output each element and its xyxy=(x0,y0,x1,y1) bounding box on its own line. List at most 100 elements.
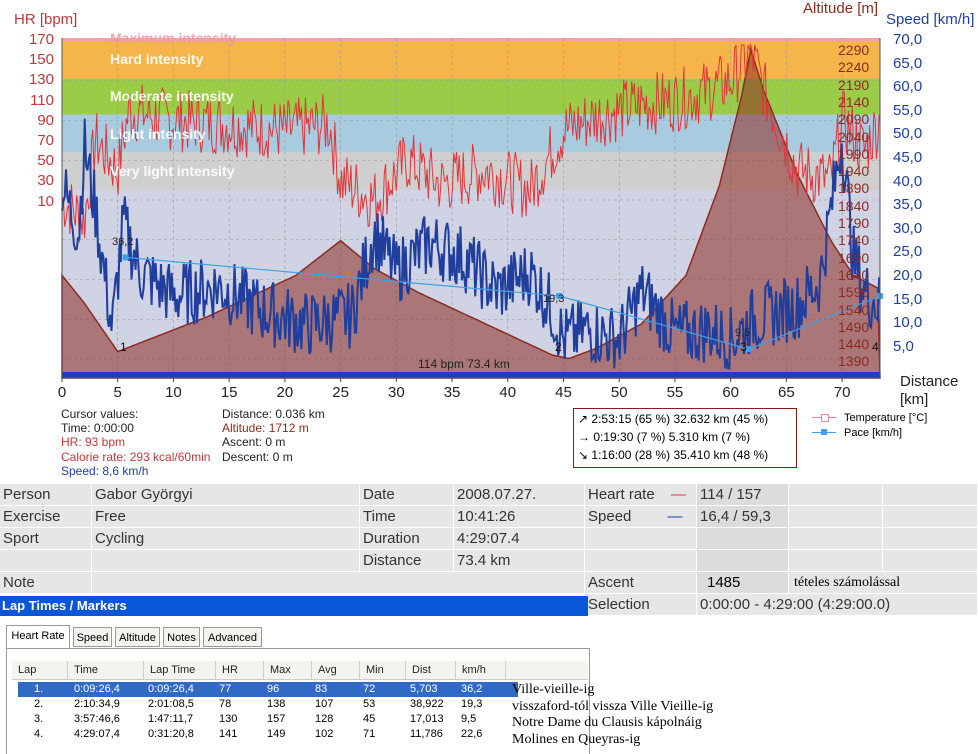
distance-axis-title: Distance xyxy=(900,373,959,390)
tab-notes[interactable]: Notes xyxy=(163,627,200,647)
lap-cell-min: 72 xyxy=(363,683,376,695)
hr-tick-label: 30 xyxy=(37,172,54,190)
sport-label: Sport xyxy=(0,528,92,550)
lap-cell-max: 157 xyxy=(267,713,286,725)
lap-cell-lap: 1. xyxy=(34,683,44,695)
lap-cell-kmh: 19,3 xyxy=(461,698,483,710)
altitude-tick-label: 1990 xyxy=(838,145,870,162)
table-row[interactable]: 4. 4:29:07,4 0:31:20,8 141 149 102 71 11,786 22,… xyxy=(12,727,588,742)
stats-downhill: ↘ 1:16:00 (28 %) 35.410 km (48 %) xyxy=(578,448,769,462)
altitude-tick-label: 2040 xyxy=(838,128,870,145)
climb-stats-box: ↗ 2:53:15 (65 %) 32.632 km (45 %) → 0:19… xyxy=(573,408,797,468)
lap-cell-laptime: 2:01:08,5 xyxy=(148,698,194,710)
lap-cell-kmh: 36,2 xyxy=(461,683,483,695)
chart-summary-label: 114 bpm 73.4 km xyxy=(418,357,510,371)
x-tick-label: 20 xyxy=(277,384,294,401)
altitude-tick-label: 1590 xyxy=(838,284,870,301)
speed-tick-label: 20,0 xyxy=(893,267,923,284)
x-tick-label: 15 xyxy=(221,384,238,401)
x-tick-label: 60 xyxy=(722,384,739,401)
distance-value: 73.4 km xyxy=(454,550,585,572)
hr-tick-label: 110 xyxy=(30,91,54,109)
exercise-chart[interactable]: 0 5 10 15 20 25 30 35 40 45 50 55 60 65 70 HR [bpm] Al… xyxy=(0,0,978,480)
tab-advanced[interactable]: Advanced xyxy=(203,627,262,647)
sport-value[interactable]: Cycling xyxy=(92,528,360,550)
stats-flat: → 0:19:30 (7 %) 5.310 km (7 %) xyxy=(578,430,751,444)
x-tick-label: 55 xyxy=(667,384,684,401)
lap-cell-lap: 2. xyxy=(34,698,44,710)
stats-uphill: ↗ 2:53:15 (65 %) 32.632 km (45 %) xyxy=(578,412,769,426)
person-value[interactable]: Gabor Györgyi xyxy=(92,484,360,506)
hr-tick-label: 90 xyxy=(37,111,54,129)
tab-altitude[interactable]: Altitude xyxy=(115,627,160,647)
hr-label: Heart rate — xyxy=(585,484,697,506)
speed-tick-label: 45,0 xyxy=(893,149,923,166)
column-header[interactable]: Time xyxy=(68,661,144,679)
table-row[interactable]: 3. 3:57:46,6 1:47:11,7 130 157 128 45 17,013 9,5 xyxy=(12,712,588,727)
column-header[interactable]: HR xyxy=(216,661,264,679)
lap-cell-lap: 3. xyxy=(34,713,44,725)
lap-note: Ville-vieille-ig xyxy=(512,682,595,697)
tab-heart-rate[interactable]: Heart Rate xyxy=(6,625,70,648)
selection-value: 0:00:00 - 4:29:00 (4:29:00.0) xyxy=(697,594,978,616)
lap-marker[interactable]: 2 xyxy=(555,340,562,354)
note-value[interactable] xyxy=(92,572,585,594)
lap-cell-laptime: 0:31:20,8 xyxy=(148,728,194,740)
cursor-time: Time: 0:00:00 xyxy=(61,421,134,435)
x-tick-label: 70 xyxy=(834,384,851,401)
lap-panel-title: Lap Times / Markers xyxy=(0,596,588,616)
lap-cell-hr: 141 xyxy=(219,728,238,740)
column-header[interactable]: Dist xyxy=(406,661,456,679)
cursor-distance: Distance: 0.036 km xyxy=(222,407,325,421)
ascent-label: Ascent xyxy=(585,572,697,594)
lap-cell-laptime: 0:09:26,4 xyxy=(148,683,194,695)
date-value: 2008.07.27. xyxy=(454,484,585,506)
column-header[interactable]: Max xyxy=(264,661,312,679)
empty-cell xyxy=(883,484,978,506)
speed-tick-label: 15,0 xyxy=(893,290,923,308)
lap-marker[interactable]: 3 xyxy=(740,340,747,354)
time-value: 10:41:26 xyxy=(454,506,585,528)
lap-cell-avg: 107 xyxy=(315,698,334,710)
lap-cell-time: 0:09:26,4 xyxy=(74,683,120,695)
speed-tick-label: 50,0 xyxy=(893,125,923,143)
cursor-hr: HR: 93 bpm xyxy=(61,435,126,449)
duration-label: Duration xyxy=(360,528,454,550)
column-header[interactable]: Min xyxy=(360,661,406,679)
hr-tick-label: 150 xyxy=(28,51,54,69)
lap-marker[interactable]: 1 xyxy=(120,340,127,354)
lap-note: visszaford-tól vissza Ville Vieille-ig xyxy=(512,698,714,714)
altitude-tick-label: 1490 xyxy=(838,318,870,335)
lap-marker[interactable]: 4 xyxy=(872,340,879,354)
column-header[interactable]: Avg xyxy=(312,661,360,679)
empty-cell xyxy=(92,550,360,572)
cursor-values-title: Cursor values: xyxy=(61,407,139,421)
empty-cell xyxy=(883,550,978,572)
column-header[interactable]: Lap Time xyxy=(144,661,216,679)
chart-canvas[interactable]: 0 5 10 15 20 25 30 35 40 45 50 55 60 65 70 xyxy=(0,0,978,480)
x-tick-label: 40 xyxy=(499,384,516,401)
lap-cell-avg: 102 xyxy=(315,728,334,740)
speed-tick-label: 10,0 xyxy=(893,314,923,332)
hr-axis-title: HR [bpm] xyxy=(14,11,78,28)
speed-value: 16,4 / 59,3 xyxy=(697,506,789,528)
table-row[interactable]: 1. 0:09:26,4 0:09:26,4 77 96 83 72 5,703 36,2 xyxy=(12,682,588,697)
hr-line-swatch: — xyxy=(670,486,686,503)
speed-line-swatch: — xyxy=(667,508,683,525)
empty-cell xyxy=(0,550,92,572)
empty-cell xyxy=(585,528,697,550)
person-label: Person xyxy=(0,484,92,506)
table-row[interactable]: 2. 2:10:34,9 2:01:08,5 78 138 107 53 38,922 19,3 xyxy=(12,697,588,712)
column-header[interactable]: Lap xyxy=(12,661,68,679)
zone-label: Moderate intensity xyxy=(110,88,234,104)
lap-cell-time: 4:29:07,4 xyxy=(74,728,120,740)
date-label: Date xyxy=(360,484,454,506)
cursor-descent: Descent: 0 m xyxy=(222,450,293,464)
zone-label: Maximum intensity xyxy=(110,30,237,46)
hr-tick-label: 10 xyxy=(37,192,54,210)
tab-speed[interactable]: Speed xyxy=(73,627,112,647)
pace-point[interactable] xyxy=(122,254,129,261)
x-tick-label: 50 xyxy=(611,384,628,401)
exercise-value[interactable]: Free xyxy=(92,506,360,528)
column-header[interactable]: km/h xyxy=(456,661,506,679)
